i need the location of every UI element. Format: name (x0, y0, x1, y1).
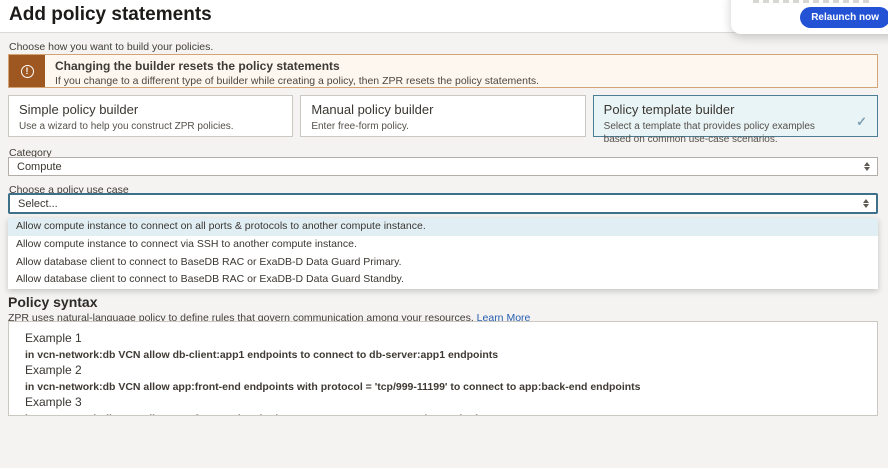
card-title: Policy template builder (604, 102, 867, 117)
builder-reset-warning-banner: ! Changing the builder resets the policy… (8, 54, 878, 88)
chevron-up-icon (864, 162, 870, 166)
example-statement: in vcn-network:db VCN allow app:front-en… (25, 413, 861, 416)
builder-cards-row: Simple policy builder Use a wizard to he… (8, 95, 878, 137)
use-case-option[interactable]: Allow compute instance to connect via SS… (8, 236, 878, 254)
chevron-down-icon (864, 167, 870, 171)
example-label: Example 1 (25, 331, 861, 345)
chevron-down-icon (863, 204, 869, 208)
warning-text: Changing the builder resets the policy s… (45, 55, 549, 87)
policy-syntax-heading: Policy syntax (8, 294, 98, 310)
page-title: Add policy statements (9, 4, 212, 26)
use-case-select-value: Select... (10, 198, 856, 210)
card-manual-policy-builder[interactable]: Manual policy builder Enter free-form po… (300, 95, 585, 137)
card-description: Use a wizard to help you construct ZPR p… (19, 120, 282, 133)
example-statement: in vcn-network:db VCN allow app:front-en… (25, 381, 861, 393)
use-case-option[interactable]: Allow compute instance to connect on all… (8, 218, 878, 236)
add-policy-statements-page: Add policy statements Choose how you wan… (0, 0, 888, 468)
selected-check-icon: ✓ (856, 114, 867, 130)
example-label: Example 3 (25, 395, 861, 409)
relaunch-popup: Relaunch now (731, 0, 888, 34)
card-description: Select a template that provides policy e… (604, 120, 867, 146)
example-statement: in vcn-network:db VCN allow db-client:ap… (25, 349, 861, 361)
card-policy-template-builder[interactable]: Policy template builder Select a templat… (593, 95, 878, 137)
popup-truncated-text (753, 0, 871, 3)
select-stepper-icon[interactable] (857, 162, 877, 171)
use-case-option[interactable]: Allow database client to connect to Base… (8, 271, 878, 289)
relaunch-now-button[interactable]: Relaunch now (800, 7, 888, 28)
category-select-value: Compute (9, 161, 857, 173)
use-case-option[interactable]: Allow database client to connect to Base… (8, 254, 878, 272)
policy-examples-panel: Example 1 in vcn-network:db VCN allow db… (8, 321, 878, 416)
intro-text: Choose how you want to build your polici… (9, 41, 213, 53)
select-stepper-icon[interactable] (856, 199, 876, 208)
use-case-options-panel: Allow compute instance to connect on all… (8, 218, 878, 289)
card-description: Enter free-form policy. (311, 120, 574, 133)
card-title: Manual policy builder (311, 102, 574, 117)
use-case-select[interactable]: Select... (8, 193, 878, 214)
warning-body: If you change to a different type of bui… (55, 75, 539, 87)
warning-icon-box: ! (9, 55, 45, 87)
card-title: Simple policy builder (19, 102, 282, 117)
example-label: Example 2 (25, 363, 861, 377)
alert-circle-icon: ! (21, 65, 34, 78)
warning-title: Changing the builder resets the policy s… (55, 59, 539, 73)
category-select[interactable]: Compute (8, 157, 878, 176)
chevron-up-icon (863, 199, 869, 203)
card-simple-policy-builder[interactable]: Simple policy builder Use a wizard to he… (8, 95, 293, 137)
